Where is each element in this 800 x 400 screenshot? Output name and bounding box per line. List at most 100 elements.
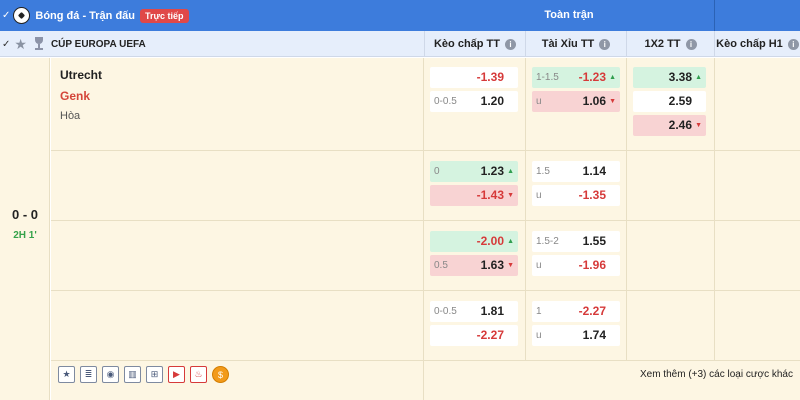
fulltime-header: Toàn trận [544,9,594,21]
fire-icon[interactable]: ♨ [190,366,207,383]
odds-value: 2.46 [668,118,692,132]
col-divider [714,58,715,150]
arrow-up-icon: ▲ [609,74,616,81]
odds-value: 1.14 [582,164,606,178]
odds-button[interactable]: u -1.96 [532,255,620,276]
handicap-line: 0.5 [434,260,448,271]
odds-value: -2.27 [578,304,606,318]
odds-button[interactable]: 2.59 [633,91,706,112]
arrow-down-icon: ▼ [609,98,616,105]
arrow-down-icon: ▼ [695,122,702,129]
col-divider [525,221,526,290]
header-divider [714,0,715,31]
total-line: 1-1.5 [536,72,559,83]
odds-button[interactable]: 2.46 ▼ [633,115,706,136]
odds-button[interactable]: u -1.35 [532,185,620,206]
database-icon[interactable]: ≣ [80,366,97,383]
sport-title-group[interactable]: ✓ Bóng đá - Trận đấu Trực tiếp [0,0,189,31]
score-column: 0 - 0 2H 1' [0,58,50,400]
empty-team-cell [51,151,424,220]
odds-button[interactable]: -2.00 ▲ [430,231,518,252]
star-icon[interactable]: ★ [58,366,75,383]
odds-button[interactable]: 3.38 ▲ [633,67,706,88]
handicap-line: 0-0.5 [434,306,457,317]
odds-button[interactable]: 0-0.5 1.81 [430,301,518,322]
sport-title: Bóng đá - Trận đấu [35,9,136,22]
col-divider [525,58,526,150]
stats-icon[interactable]: ▥ [124,366,141,383]
soccer-ball-icon [13,7,31,24]
arrow-up-icon: ▲ [695,74,702,81]
odds-value: -1.39 [476,70,504,84]
col-1x2-ft-label: 1X2 TT [644,38,681,50]
live-badge[interactable]: Trực tiếp [140,8,189,23]
info-icon[interactable]: i [599,38,611,50]
empty-team-cell [51,221,424,290]
col-divider [626,221,627,290]
odds-button[interactable]: 1 -2.27 [532,301,620,322]
total-line: 1.5-2 [536,236,559,247]
europa-trophy-icon [33,36,45,52]
odds-button[interactable]: -1.43 ▼ [430,185,518,206]
odds-button[interactable]: 0.5 1.63 ▼ [430,255,518,276]
info-icon[interactable]: i [505,38,516,50]
favorite-star-icon[interactable]: ★ [14,36,27,53]
draw-label: Hòa [60,110,81,122]
odds-value: 1.23 [480,164,504,178]
col-divider [626,291,627,360]
odds-value: -1.23 [578,70,606,84]
total-line: 1 [536,306,542,317]
odds-button[interactable]: u 1.74 [532,325,620,346]
col-overunder-ft: Tài Xỉu TT i [525,31,626,57]
eye-icon[interactable]: ◉ [102,366,119,383]
odds-button[interactable]: -1.39 [430,67,518,88]
odds-value: -1.43 [476,188,504,202]
odds-value: -2.00 [476,234,504,248]
col-handicap-h1: Kèo chấp H1 i [714,31,800,57]
odds-value: -2.27 [476,328,504,342]
match-timer: 2H 1' [13,230,37,241]
home-team[interactable]: Utrecht [60,68,102,82]
col-handicap-ft: Kèo chấp TT i [424,31,525,57]
col-divider [714,291,715,360]
odds-button[interactable]: 0 1.23 ▲ [430,161,518,182]
odds-button[interactable]: 1.5 1.14 [532,161,620,182]
col-divider [714,151,715,220]
arrow-down-icon: ▼ [507,262,514,269]
odds-value: 1.74 [582,328,606,342]
arrow-down-icon: ▼ [507,192,514,199]
league-check-icon[interactable]: ✓ [2,39,10,50]
under-label: u [536,96,542,107]
sport-header: ✓ Bóng đá - Trận đấu Trực tiếp Toàn trận [0,0,800,31]
league-bar: ✓ ★ CÚP EUROPA UEFA Kèo chấp TT i Tài Xỉu… [0,31,800,57]
odds-row-3: -2.00 ▲ 0.5 1.63 ▼ 1.5-2 1.55 u -1.96 [51,221,800,291]
odds-button[interactable]: 1-1.5 -1.23 ▲ [532,67,620,88]
field-icon[interactable]: ⊞ [146,366,163,383]
col-divider [525,151,526,220]
odds-value: 1.06 [582,94,606,108]
col-handicap-h1-label: Kèo chấp H1 [716,38,783,50]
odds-button[interactable]: 0-0.5 1.20 [430,91,518,112]
collapse-check-icon[interactable]: ✓ [2,10,10,21]
odds-value: 2.59 [668,94,692,108]
odds-value: 3.38 [668,70,692,84]
col-overunder-ft-label: Tài Xỉu TT [541,38,595,50]
more-bets-link[interactable]: Xem thêm (+3) các loại cược khác [424,366,793,383]
play-icon[interactable]: ▶ [168,366,185,383]
info-icon[interactable]: i [685,38,697,50]
arrow-up-icon: ▲ [507,238,514,245]
league-title-group[interactable]: ✓ ★ CÚP EUROPA UEFA [0,31,146,57]
odds-value: -1.35 [578,188,606,202]
odds-button[interactable]: u 1.06 ▼ [532,91,620,112]
empty-team-cell [51,291,424,360]
odds-row-2: 0 1.23 ▲ -1.43 ▼ 1.5 1.14 u -1.35 [51,151,800,221]
promo-icon[interactable]: $ [212,366,229,383]
match-tools: ★ ≣ ◉ ▥ ⊞ ▶ ♨ $ [58,366,229,383]
under-label: u [536,260,542,271]
odds-value: 1.55 [582,234,606,248]
odds-button[interactable]: 1.5-2 1.55 [532,231,620,252]
info-icon[interactable]: i [787,38,799,50]
odds-button[interactable]: -2.27 [430,325,518,346]
arrow-up-icon: ▲ [507,168,514,175]
away-team[interactable]: Genk [60,89,90,103]
